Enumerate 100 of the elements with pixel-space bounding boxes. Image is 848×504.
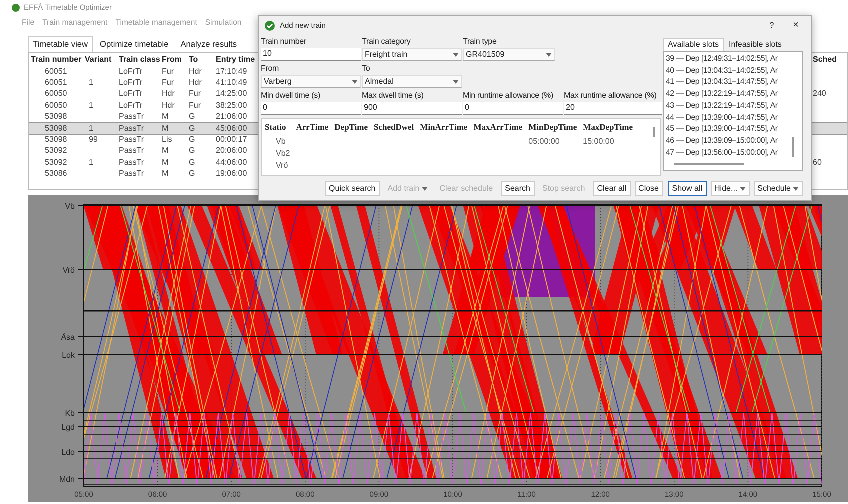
column-header[interactable]: From	[160, 53, 187, 66]
column-header[interactable]: MinDepTime	[526, 119, 580, 136]
button[interactable]: Hide...	[710, 181, 750, 196]
table-cell-text: 53086	[44, 168, 68, 180]
tab[interactable]: Optimize timetable	[95, 36, 174, 52]
table-cell-text: 1	[88, 77, 94, 89]
input-field[interactable]: 900	[362, 102, 462, 115]
table-cell: 1	[83, 122, 117, 134]
table-cell: G	[187, 122, 214, 134]
table-cell-text: 05:00:00	[528, 136, 561, 148]
button[interactable]: Show all	[668, 181, 707, 196]
table-cell-text: G	[188, 146, 196, 158]
dropdown-field[interactable]: Freight train	[362, 48, 462, 61]
table-cell-text: LoFrTr	[118, 77, 144, 89]
table-cell: PassTr	[117, 122, 160, 134]
table-cell-text: Vb	[275, 136, 287, 148]
button[interactable]: Clear all	[593, 181, 631, 196]
table-cell-text: 1	[88, 100, 94, 112]
help-button[interactable]: ?	[770, 20, 774, 32]
table-cell-text: Vb2	[275, 148, 292, 160]
table-cell: 00:00:17	[214, 134, 264, 146]
button[interactable]: Quick search	[325, 181, 380, 196]
station-label: Ldo	[62, 448, 75, 457]
tab[interactable]: Available slots	[663, 38, 724, 51]
table-cell: PassTr	[117, 112, 160, 123]
table-cell-text: 240	[812, 88, 828, 100]
button[interactable]: Search	[501, 181, 534, 196]
table-cell-text: Hdr	[188, 77, 203, 89]
column-header[interactable]: MaxArrTime	[470, 119, 526, 136]
table-cell-text: M	[161, 157, 170, 169]
table-cell-text: 44:06:00	[215, 157, 248, 169]
table-cell-text: Hdr	[188, 66, 203, 78]
column-header[interactable]: Train class	[117, 53, 160, 66]
column-header[interactable]: MinArrTime	[417, 119, 471, 136]
close-button[interactable]: ×	[793, 18, 799, 33]
table-cell: G	[187, 134, 214, 146]
tab[interactable]: Timetable view	[28, 36, 94, 52]
button[interactable]: Schedule	[754, 181, 803, 196]
table-cell: M	[160, 112, 187, 123]
table-cell: G	[187, 112, 214, 123]
dropdown-field[interactable]: GR401509	[463, 48, 555, 61]
table-cell-text: 15:00:00	[582, 136, 616, 148]
button[interactable]: Close	[634, 181, 663, 196]
column-header[interactable]: SchedDwel	[371, 119, 418, 136]
table-cell-text: Fur	[188, 100, 202, 112]
field-label: Max dwell time (s)	[362, 90, 425, 102]
tab[interactable]: Infeasible slots	[724, 38, 787, 51]
column-header[interactable]: ArrTime	[293, 119, 332, 136]
column-header[interactable]: Sched	[811, 53, 847, 66]
table-cell: 53098	[29, 134, 83, 146]
table-cell-text: Fur	[188, 88, 202, 100]
table-cell-text: M	[161, 146, 170, 158]
table-cell-text: 41:10:49	[215, 77, 248, 89]
input-field[interactable]: 10	[261, 48, 361, 61]
column-header[interactable]: To	[187, 53, 214, 66]
field-label: Train number	[261, 36, 308, 48]
table-cell-text: 1	[88, 157, 94, 169]
table-cell-text: 53092	[44, 146, 68, 158]
table-cell-text: 60051	[44, 77, 68, 89]
table-cell-text: G	[188, 157, 196, 169]
table-cell-text: Fur	[161, 66, 175, 78]
station-label: Åsa	[61, 333, 75, 342]
table-cell-text: LoFrTr	[118, 88, 144, 100]
table-cell: Lis	[160, 134, 187, 146]
input-field[interactable]: 20	[564, 102, 662, 115]
station-label: Vrö	[62, 266, 75, 275]
table-cell-text: Hdr	[161, 100, 176, 112]
table-cell-text: LoFrTr	[118, 66, 144, 78]
table-cell-text: 60050	[44, 100, 68, 112]
table-cell: 99	[83, 134, 117, 146]
table-cell: 21:06:00	[214, 112, 264, 123]
table-cell-text: PassTr	[118, 157, 146, 169]
table-cell-text: M	[161, 168, 170, 180]
field-label: To	[362, 63, 372, 75]
column-header[interactable]: Variant	[83, 53, 117, 66]
input-field[interactable]: 0	[261, 102, 361, 115]
column-header[interactable]: DepTime	[332, 119, 372, 136]
table-cell-text: Vrö	[275, 160, 290, 172]
table-cell-text: 20:06:00	[215, 146, 248, 158]
field-label: Train type	[463, 36, 498, 48]
dropdown-field[interactable]: Almedal	[362, 75, 462, 88]
station-label: Mdn	[59, 475, 75, 484]
dropdown-field[interactable]: Varberg	[261, 75, 361, 88]
table-cell-text: 60050	[44, 88, 68, 100]
column-header[interactable]: Statio	[262, 119, 294, 136]
table-cell-text: Hdr	[161, 88, 176, 100]
table-cell: 53098	[29, 122, 83, 134]
table-cell-text: LoFrTr	[118, 100, 144, 112]
tab[interactable]: Analyze results	[176, 36, 242, 52]
input-field[interactable]: 0	[463, 102, 563, 115]
table-cell-text: PassTr	[118, 168, 146, 180]
column-header[interactable]: MaxDepTime	[580, 119, 636, 136]
table-cell-text: 19:06:00	[215, 168, 248, 180]
station-label: Vb	[65, 202, 75, 211]
field-label: Min runtime allowance (%)	[463, 90, 555, 102]
field-label: Train category	[362, 36, 412, 48]
table-cell-text: PassTr	[118, 146, 146, 158]
station-label: Lgd	[62, 423, 75, 432]
column-header[interactable]: Train number	[29, 53, 83, 66]
table-cell: 53098	[29, 112, 83, 123]
